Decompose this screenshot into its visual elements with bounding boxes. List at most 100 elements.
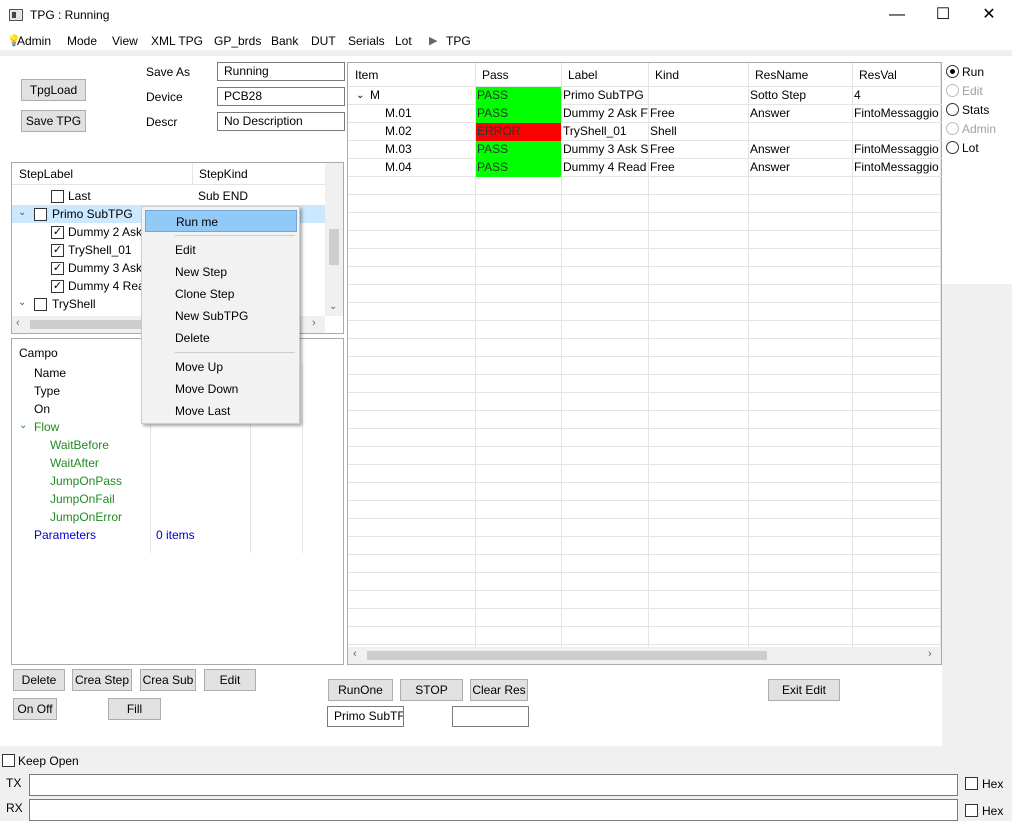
tree-checkbox[interactable]: ✓ [51,226,64,239]
col-label[interactable]: Label [568,68,597,82]
descr-field[interactable]: No Description [217,112,345,131]
prop-parameters-value[interactable]: 0 items [156,528,195,542]
tpgload-button[interactable]: TpgLoad [21,79,86,101]
tree-row-label[interactable]: Last [68,189,91,203]
prop-jumponpass[interactable]: JumpOnPass [50,474,122,488]
menu-xml-tpg[interactable]: XML TPG [151,34,203,48]
prop-waitafter[interactable]: WaitAfter [50,456,99,470]
maximize-button[interactable]: ☐ [920,0,966,32]
tree-vscroll-thumb[interactable] [329,229,339,265]
menu-serials[interactable]: Serials [348,34,385,48]
tree-checkbox[interactable] [51,190,64,203]
collapse-icon[interactable]: ⌄ [18,297,26,308]
crea-step-button[interactable]: Crea Step [72,669,132,691]
prop-waitbefore[interactable]: WaitBefore [50,438,109,452]
tree-checkbox[interactable] [34,208,47,221]
expand-icon[interactable]: ⌄ [355,87,364,105]
ctx-new-subtpg[interactable]: New SubTPG [145,305,297,327]
ctx-move-last[interactable]: Move Last [145,400,297,422]
ctx-clone-step[interactable]: Clone Step [145,283,297,305]
tree-checkbox[interactable]: ✓ [51,280,64,293]
keep-open-checkbox[interactable] [2,754,15,767]
save-as-field[interactable]: Running [217,62,345,81]
tree-row-label[interactable]: TryShell [52,297,96,311]
scroll-left-icon[interactable]: ‹ [353,648,357,660]
collapse-icon[interactable]: ⌄ [18,207,26,218]
ctx-new-step[interactable]: New Step [145,261,297,283]
delete-button[interactable]: Delete [13,669,65,691]
run-radio[interactable] [946,65,959,78]
scroll-right-icon[interactable]: › [312,317,316,329]
fill-button[interactable]: Fill [108,698,161,720]
current-step-field[interactable]: Primo SubTF [327,706,404,727]
table-row[interactable]: M.01 PASS Dummy 2 Ask F\ Free Answer Fin… [348,105,942,123]
menu-admin[interactable]: Admin [17,34,51,48]
flow-expand-icon[interactable]: ⌄ [19,420,27,431]
secondary-field[interactable] [452,706,529,727]
col-resval[interactable]: ResVal [859,68,897,82]
ctx-move-down[interactable]: Move Down [145,378,297,400]
tree-checkbox[interactable] [34,298,47,311]
col-resname[interactable]: ResName [755,68,808,82]
prop-flow[interactable]: Flow [34,420,59,434]
tree-row-label[interactable]: Primo SubTPG [52,207,133,221]
scroll-down-icon[interactable]: ⌄ [329,301,337,312]
prop-jumponfail[interactable]: JumpOnFail [50,492,115,506]
tx-input[interactable] [29,774,958,796]
run-radio-label[interactable]: Run [962,65,984,79]
lot-radio-label[interactable]: Lot [962,141,979,155]
table-row[interactable]: M.04 PASS Dummy 4 Read ! Free Answer Fin… [348,159,942,177]
prop-on[interactable]: On [34,402,50,416]
scroll-left-icon[interactable]: ‹ [16,317,20,329]
prop-type[interactable]: Type [34,384,60,398]
scroll-right-icon[interactable]: › [928,648,932,660]
results-hscroll-thumb[interactable] [367,651,767,660]
ctx-edit[interactable]: Edit [145,239,297,261]
ctx-run-me[interactable]: Run me [145,210,297,232]
keep-open-label[interactable]: Keep Open [18,754,79,768]
lot-radio[interactable] [946,141,959,154]
tree-vscrollbar[interactable]: ⌄ [325,163,343,316]
hex-tx-label[interactable]: Hex [982,777,1003,791]
menu-tpg[interactable]: TPG [446,34,471,48]
save-tpg-button[interactable]: Save TPG [21,110,86,132]
runone-button[interactable]: RunOne [328,679,393,701]
menu-gp-brds[interactable]: GP_brds [214,34,261,48]
prop-name[interactable]: Name [34,366,66,380]
results-grid[interactable]: Item Pass Label Kind ResName ResVal ⌄ M … [347,62,942,665]
hex-rx-checkbox[interactable] [965,804,978,817]
ctx-move-up[interactable]: Move Up [145,356,297,378]
edit-button[interactable]: Edit [204,669,256,691]
tree-row-label[interactable]: TryShell_01 [68,243,132,257]
menu-bank[interactable]: Bank [271,34,298,48]
minimize-button[interactable]: — [874,0,920,32]
menu-view[interactable]: View [112,34,138,48]
tree-row-label[interactable]: Dummy 4 Rea [68,279,145,293]
table-row[interactable]: ⌄ M PASS Primo SubTPG Sotto Step 4 [348,87,942,105]
menu-mode[interactable]: Mode [67,34,97,48]
stats-radio[interactable] [946,103,959,116]
exit-edit-button[interactable]: Exit Edit [768,679,840,701]
col-kind[interactable]: Kind [655,68,679,82]
menu-lot[interactable]: Lot [395,34,412,48]
table-row[interactable]: M.02 ERROR TryShell_01 Shell [348,123,942,141]
on-off-button[interactable]: On Off [13,698,57,720]
stop-button[interactable]: STOP [400,679,463,701]
tree-row-label[interactable]: Dummy 3 Ask [68,261,142,275]
rx-input[interactable] [29,799,958,821]
prop-parameters[interactable]: Parameters [34,528,96,542]
crea-sub-button[interactable]: Crea Sub [140,669,196,691]
hex-tx-checkbox[interactable] [965,777,978,790]
hex-rx-label[interactable]: Hex [982,804,1003,818]
col-pass[interactable]: Pass [482,68,509,82]
tree-checkbox[interactable]: ✓ [51,244,64,257]
prop-jumponerror[interactable]: JumpOnError [50,510,122,524]
tree-row-label[interactable]: Dummy 2 Ask [68,225,142,239]
stats-radio-label[interactable]: Stats [962,103,989,117]
close-button[interactable]: ✕ [966,0,1012,32]
clear-res-button[interactable]: Clear Res [470,679,528,701]
results-hscrollbar[interactable]: ‹ › [348,647,941,664]
device-field[interactable]: PCB28 [217,87,345,106]
menu-dut[interactable]: DUT [311,34,336,48]
table-row[interactable]: M.03 PASS Dummy 3 Ask St Free Answer Fin… [348,141,942,159]
